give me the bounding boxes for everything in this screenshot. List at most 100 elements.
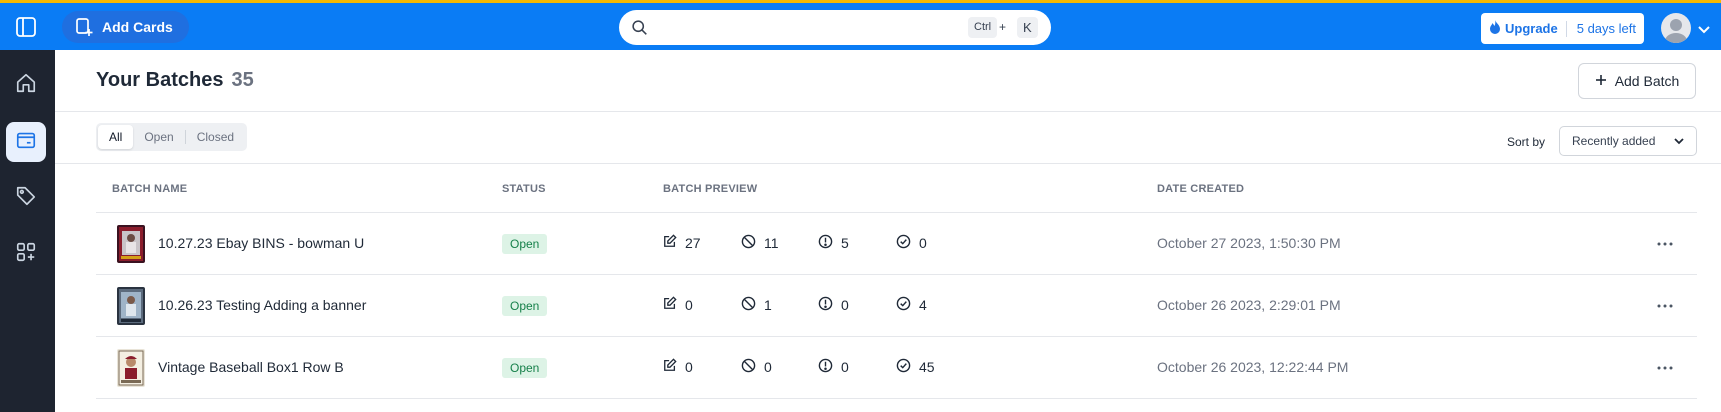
approved-value: 4 xyxy=(919,297,927,313)
sidebar-toggle-icon[interactable] xyxy=(14,15,38,39)
flagged-count: 5 xyxy=(818,234,849,252)
shortcut-ctrl-key: Ctrl xyxy=(968,17,998,38)
flagged-value: 5 xyxy=(841,235,849,251)
shortcut-plus: + xyxy=(999,20,1007,34)
date-created: October 27 2023, 1:50:30 PM xyxy=(1157,235,1341,251)
tab-open[interactable]: Open xyxy=(133,125,184,149)
sidebar xyxy=(0,50,55,412)
batches-table: BATCH NAME STATUS BATCH PREVIEW DATE CRE… xyxy=(96,165,1697,412)
search-input[interactable]: Ctrl + K xyxy=(619,10,1051,45)
add-batch-button[interactable]: Add Batch xyxy=(1578,63,1696,99)
approved-count: 0 xyxy=(896,234,927,252)
sort-value: Recently added xyxy=(1572,134,1656,148)
date-created: October 26 2023, 12:22:44 PM xyxy=(1157,359,1349,375)
page-title: Your Batches 35 xyxy=(96,69,254,92)
more-options-icon[interactable] xyxy=(1653,359,1677,377)
more-options-icon[interactable] xyxy=(1653,235,1677,253)
batch-thumbnail xyxy=(117,225,145,263)
batch-thumbnail xyxy=(117,349,145,387)
alert-circle-icon xyxy=(818,234,833,252)
apps-add-icon xyxy=(15,241,37,268)
table-row[interactable]: Vintage Baseball Box1 Row B Open 0 0 0 4… xyxy=(96,337,1697,399)
table-row[interactable]: 10.27.23 Ebay BINS - bowman U Open 27 11… xyxy=(96,213,1697,275)
sidebar-item-apps[interactable] xyxy=(6,234,46,274)
flagged-value: 0 xyxy=(841,359,849,375)
search-icon xyxy=(631,19,648,41)
check-circle-icon xyxy=(896,358,911,376)
sort-dropdown[interactable]: Recently added xyxy=(1559,126,1697,156)
ban-icon xyxy=(741,296,756,314)
check-circle-icon xyxy=(896,296,911,314)
edit-icon xyxy=(663,234,677,251)
status-badge: Open xyxy=(502,296,548,316)
status-filter-tabs: All Open Closed xyxy=(96,123,248,151)
add-cards-button[interactable]: Add Cards xyxy=(62,11,189,43)
rejected-value: 0 xyxy=(764,359,772,375)
page-title-text: Your Batches xyxy=(96,69,224,91)
batch-thumbnail xyxy=(117,287,145,325)
avatar[interactable] xyxy=(1661,13,1691,43)
alert-circle-icon xyxy=(818,358,833,376)
tab-all[interactable]: All xyxy=(98,125,134,149)
alert-circle-icon xyxy=(818,296,833,314)
batch-count: 35 xyxy=(231,69,254,91)
date-created: October 26 2023, 2:29:01 PM xyxy=(1157,297,1341,313)
batch-box-icon xyxy=(15,129,37,156)
batch-name[interactable]: Vintage Baseball Box1 Row B xyxy=(158,359,344,375)
upgrade-label: Upgrade xyxy=(1505,21,1558,36)
col-batch-preview: BATCH PREVIEW xyxy=(663,183,758,195)
main-content: Your Batches 35 Add Batch All Open Close… xyxy=(55,50,1721,412)
page-header: Your Batches 35 Add Batch xyxy=(55,50,1721,112)
rejected-count: 1 xyxy=(741,296,772,314)
home-icon xyxy=(15,72,37,99)
ban-icon xyxy=(741,234,756,252)
add-cards-icon xyxy=(74,17,94,37)
add-batch-label: Add Batch xyxy=(1614,73,1680,89)
trial-days-left: 5 days left xyxy=(1576,21,1636,36)
upgrade-button[interactable]: Upgrade 5 days left xyxy=(1481,13,1644,44)
sidebar-item-tags[interactable] xyxy=(6,178,46,218)
approved-count: 4 xyxy=(896,296,927,314)
check-circle-icon xyxy=(896,234,911,252)
approved-count: 45 xyxy=(896,358,935,376)
status-badge: Open xyxy=(502,234,548,254)
flagged-count: 0 xyxy=(818,358,849,376)
shortcut-k-key: K xyxy=(1017,17,1038,38)
plus-icon xyxy=(1595,73,1607,89)
flagged-count: 0 xyxy=(818,296,849,314)
sort-label: Sort by xyxy=(1507,135,1546,149)
table-header: BATCH NAME STATUS BATCH PREVIEW DATE CRE… xyxy=(96,165,1697,213)
chevron-down-icon xyxy=(1674,134,1684,148)
col-date-created[interactable]: DATE CREATED xyxy=(1157,183,1244,195)
edited-value: 0 xyxy=(685,296,693,313)
rejected-value: 1 xyxy=(764,297,772,313)
tag-icon xyxy=(15,185,37,212)
flame-icon xyxy=(1489,20,1501,37)
rejected-value: 11 xyxy=(764,235,779,251)
col-batch-name[interactable]: BATCH NAME xyxy=(112,183,187,195)
edit-icon xyxy=(663,296,677,313)
approved-value: 45 xyxy=(919,359,935,375)
chevron-down-icon[interactable] xyxy=(1697,22,1711,40)
batch-name[interactable]: 10.27.23 Ebay BINS - bowman U xyxy=(158,235,364,251)
flagged-value: 0 xyxy=(841,297,849,313)
table-row[interactable] xyxy=(96,399,1697,412)
sidebar-item-home[interactable] xyxy=(6,65,46,105)
col-status[interactable]: STATUS xyxy=(502,183,546,195)
sidebar-item-batches[interactable] xyxy=(6,122,46,162)
edited-value: 0 xyxy=(685,358,693,375)
edited-count: 27 xyxy=(663,234,701,251)
rejected-count: 0 xyxy=(741,358,772,376)
edited-value: 27 xyxy=(685,234,701,251)
edited-count: 0 xyxy=(663,358,693,375)
filter-bar: All Open Closed Sort by Recently added xyxy=(55,112,1721,164)
tab-closed[interactable]: Closed xyxy=(186,125,245,149)
ban-icon xyxy=(741,358,756,376)
approved-value: 0 xyxy=(919,235,927,251)
table-row[interactable]: 10.26.23 Testing Adding a banner Open 0 … xyxy=(96,275,1697,337)
batch-name[interactable]: 10.26.23 Testing Adding a banner xyxy=(158,297,366,313)
more-options-icon[interactable] xyxy=(1653,297,1677,315)
edited-count: 0 xyxy=(663,296,693,313)
rejected-count: 11 xyxy=(741,234,779,252)
add-cards-label: Add Cards xyxy=(102,19,173,35)
